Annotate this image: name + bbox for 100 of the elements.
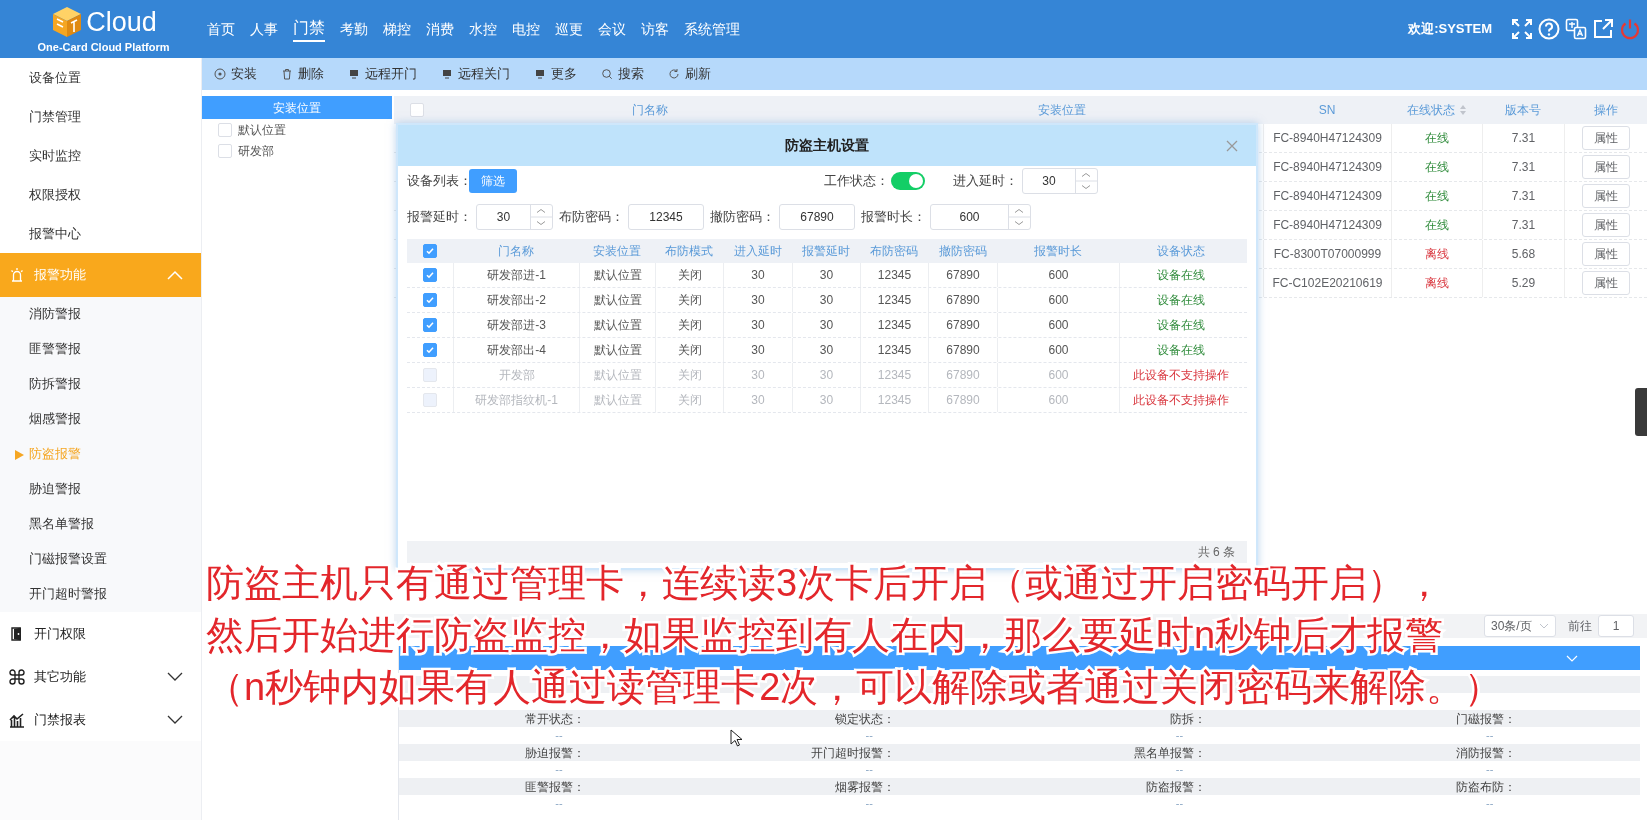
search-icon [601, 68, 613, 80]
table-cell-text: 30 [751, 267, 765, 284]
status-text: 在线 [1425, 130, 1449, 147]
table-cell-text: FC-8940H47124309 [1273, 217, 1382, 234]
field-label: 布防密码： [559, 208, 624, 226]
nav-link[interactable]: 访客 [641, 18, 669, 40]
sidebar-group[interactable]: 门禁报表 [0, 698, 201, 741]
table-cell-text: 30 [751, 367, 765, 384]
nav-link[interactable]: 电控 [512, 18, 540, 40]
status-value: -- [1486, 728, 1494, 744]
status-label: 开门超时报警： [811, 745, 896, 762]
sidebar-group[interactable]: 开门权限 [0, 612, 201, 655]
input-field[interactable]: 67890 [779, 204, 855, 230]
translate-icon[interactable] [1565, 18, 1587, 40]
column-header: SN [1318, 102, 1336, 119]
cursor-icon [730, 729, 742, 747]
total-count: 共 6 条 [1197, 544, 1235, 561]
properties-button[interactable]: 属性 [1582, 184, 1630, 208]
toolbar-button[interactable]: 刷新 [668, 64, 711, 84]
nav-link[interactable]: 首页 [207, 18, 235, 40]
table-cell-text: 12345 [877, 342, 912, 359]
number-field[interactable]: 30 [1022, 168, 1098, 194]
table-cell-text: 关闭 [677, 267, 702, 284]
nav-link[interactable]: 考勤 [340, 18, 368, 40]
page-size-select[interactable]: 30条/页 [1484, 615, 1556, 637]
input-field[interactable]: 12345 [628, 204, 704, 230]
nav-link[interactable]: 门禁 [293, 16, 325, 42]
toolbar-button[interactable]: 远程关门 [441, 64, 510, 84]
stepper-icon[interactable] [1075, 169, 1097, 193]
table-cell-text: 67890 [946, 317, 980, 334]
help-icon[interactable] [1538, 18, 1560, 40]
table-cell-text: 30 [819, 267, 834, 284]
sidebar-group[interactable]: 其它功能 [0, 655, 201, 698]
nav-link[interactable]: 水控 [469, 18, 497, 40]
table-cell-text: 5.29 [1511, 275, 1536, 292]
tree-item-label[interactable]: 研发部 [238, 141, 274, 160]
nav-link[interactable]: 巡更 [555, 18, 583, 40]
status-text: 在线 [1425, 159, 1449, 176]
properties-button[interactable]: 属性 [1582, 242, 1630, 266]
stepper-icon[interactable] [1008, 205, 1030, 229]
checkbox[interactable] [423, 318, 437, 332]
table-cell-text: 默认位置 [593, 342, 642, 359]
properties-button[interactable]: 属性 [1582, 155, 1630, 179]
monitor-icon [441, 68, 453, 80]
table-cell-text: FC-8300T07000999 [1273, 246, 1382, 263]
nav-link[interactable]: 消费 [426, 18, 454, 40]
table-cell-text: 600 [1048, 267, 1069, 284]
stepper-icon[interactable] [530, 205, 552, 229]
sort-icon[interactable] [1458, 104, 1467, 116]
toggle-switch[interactable] [891, 172, 925, 190]
number-field[interactable]: 600 [930, 204, 1031, 230]
properties-button[interactable]: 属性 [1582, 126, 1630, 150]
sidebar-item[interactable]: 实时监控 [0, 136, 201, 175]
sidebar-item[interactable]: 设备位置 [0, 58, 201, 97]
table-cell-text: 67890 [946, 267, 980, 284]
status-label: 匪警报警： [525, 779, 585, 796]
table-cell-text: 600 [1048, 342, 1069, 359]
table-cell-text: FC-8940H47124309 [1273, 159, 1382, 176]
properties-button[interactable]: 属性 [1582, 213, 1630, 237]
external-link-icon[interactable] [1592, 18, 1614, 40]
sidebar-item[interactable]: 权限授权 [0, 175, 201, 214]
nav-link[interactable]: 梯控 [383, 18, 411, 40]
column-header: 操作 [1593, 102, 1618, 119]
status-text: 在线 [1425, 217, 1449, 234]
toolbar-button[interactable]: 远程开门 [348, 64, 417, 84]
table-cell-text: 30 [819, 342, 834, 359]
trash-icon [281, 68, 293, 80]
field-label: 进入延时： [953, 172, 1018, 190]
toolbar-button[interactable]: 更多 [534, 64, 577, 84]
properties-button[interactable]: 属性 [1582, 271, 1630, 295]
status-text: 此设备不支持操作 [1133, 392, 1229, 409]
goto-label: 前往 [1568, 618, 1592, 635]
page-input[interactable]: 1 [1598, 615, 1634, 637]
toolbar-button[interactable]: 安装 [214, 64, 257, 84]
table-cell-text: 关闭 [677, 317, 702, 334]
table-cell-text: 开发部 [498, 367, 535, 384]
nav-link[interactable]: 人事 [250, 18, 278, 40]
subtitle-line: 防盗主机只有通过管理卡，连续读3次卡后开启（或通过开启密码开启）， [206, 561, 1444, 606]
checkbox[interactable] [423, 268, 437, 282]
table-cell-text: 7.31 [1511, 217, 1536, 234]
toolbar-button[interactable]: 删除 [281, 64, 324, 84]
nav-link[interactable]: 系统管理 [684, 18, 740, 40]
sidebar-item[interactable]: 门禁管理 [0, 97, 201, 136]
power-icon[interactable] [1619, 18, 1641, 40]
nav-link[interactable]: 会议 [598, 18, 626, 40]
number-field[interactable]: 30 [476, 204, 553, 230]
logo-title: Cloud [86, 7, 157, 37]
close-icon[interactable] [1226, 140, 1238, 152]
fullscreen-icon[interactable] [1511, 18, 1533, 40]
table-cell-text: 12345 [877, 292, 912, 309]
checkbox[interactable] [423, 343, 437, 357]
checkbox[interactable] [423, 293, 437, 307]
column-header: 布防模式 [665, 243, 713, 260]
table-cell-text: FC-8940H47124309 [1273, 188, 1382, 205]
toolbar-button[interactable]: 搜索 [601, 64, 644, 84]
table-cell-text: 30 [751, 392, 765, 409]
sidebar-item[interactable]: 报警中心 [0, 214, 201, 253]
chevron-down-icon[interactable] [1566, 654, 1578, 662]
tree-item-label[interactable]: 默认位置 [238, 120, 286, 139]
checkbox[interactable] [423, 244, 437, 258]
